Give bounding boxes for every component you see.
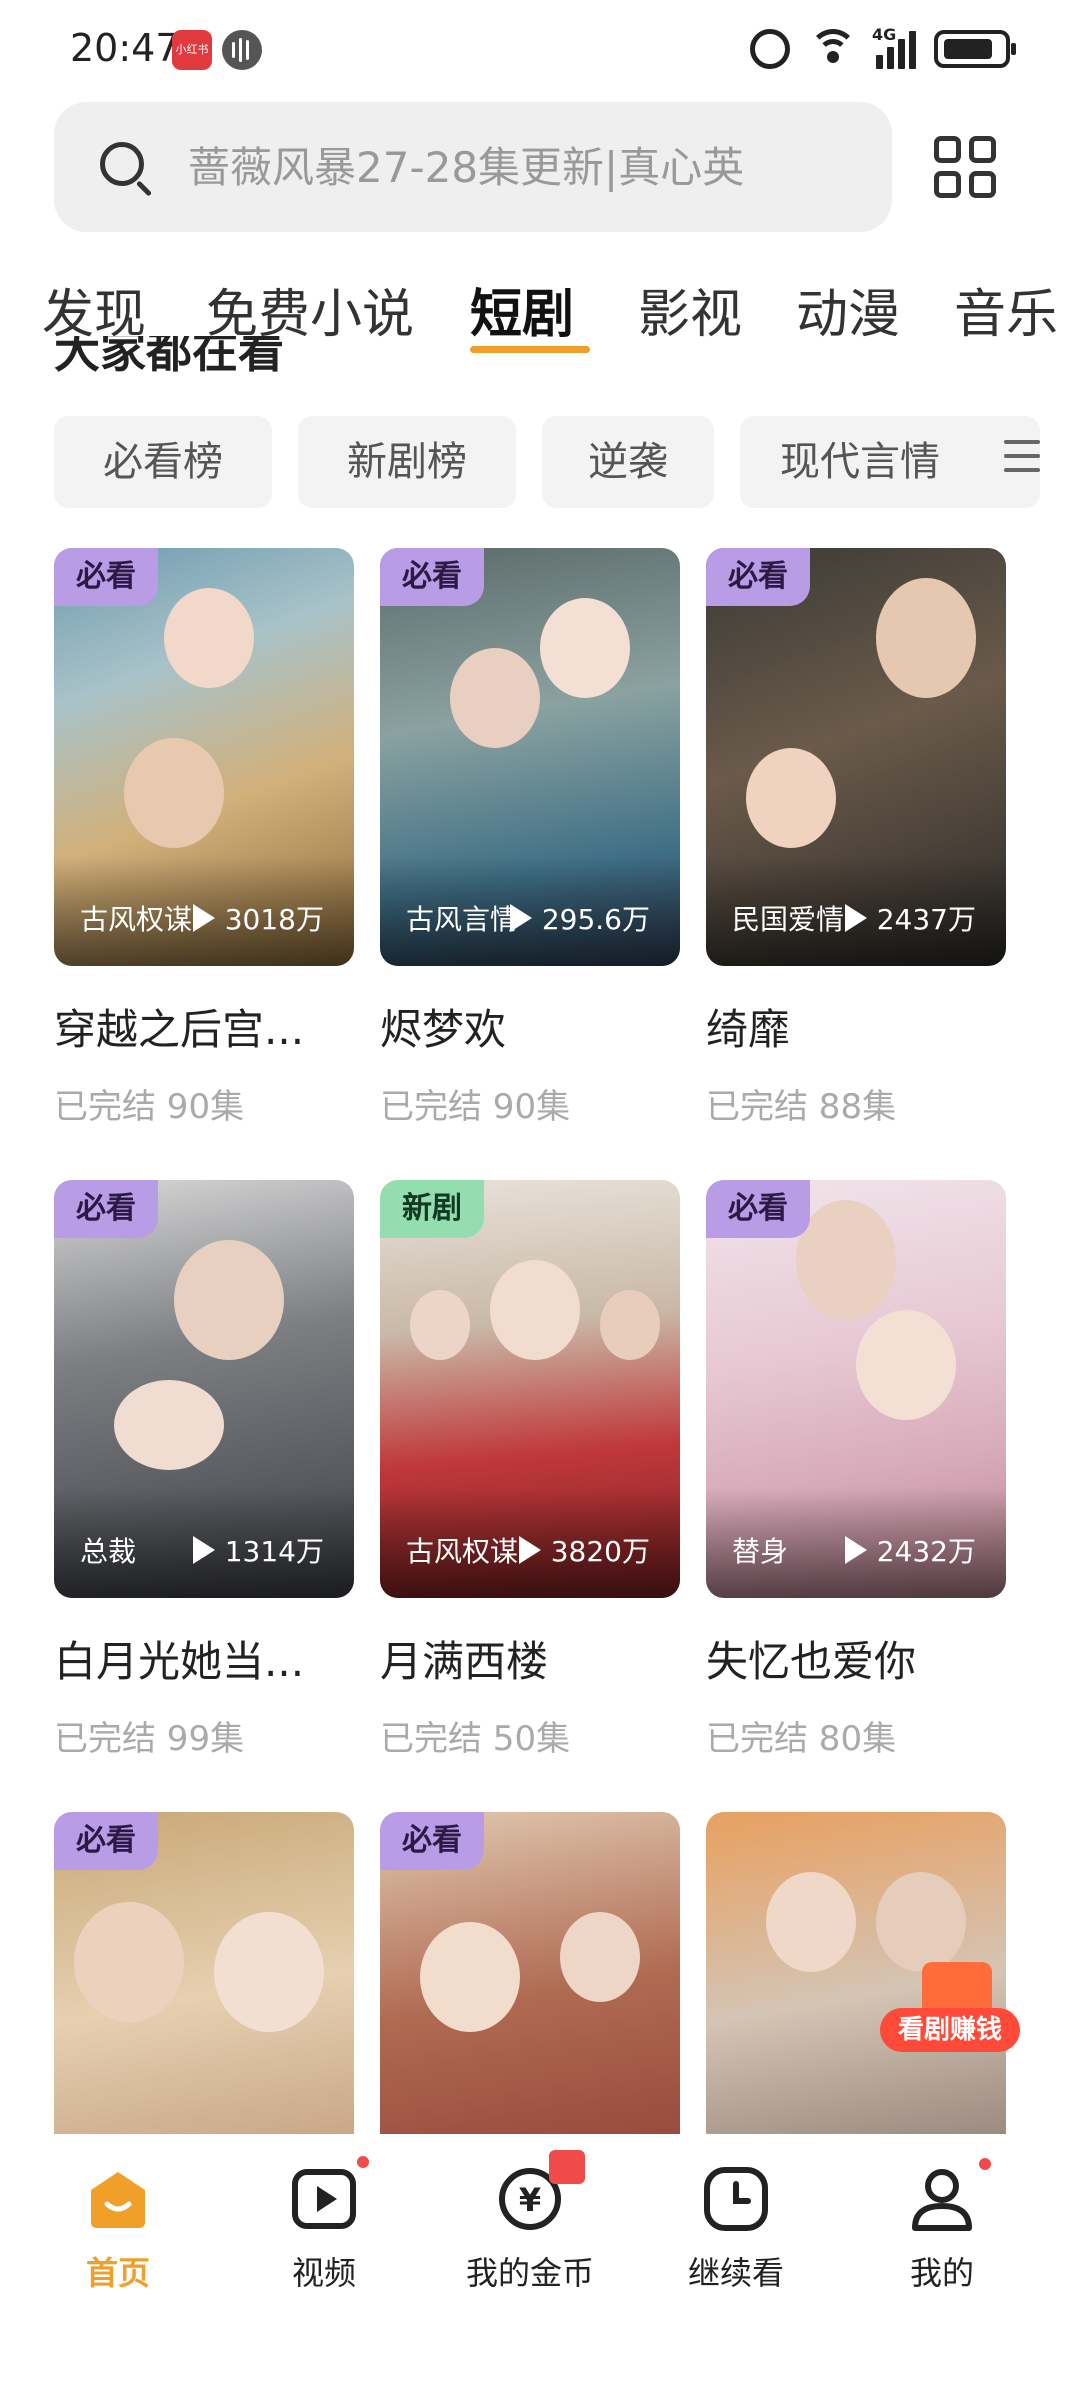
drama-poster[interactable]: 必看 民国爱情 2437万: [706, 548, 1006, 966]
new-drama-badge: 新剧: [380, 1180, 484, 1238]
chip-must-watch[interactable]: 必看榜: [54, 416, 272, 508]
drama-meta: 已完结 90集: [380, 1087, 571, 1127]
search-input[interactable]: [188, 102, 888, 232]
profile-icon: [907, 2158, 991, 2234]
play-icon: [844, 904, 867, 932]
play-icon: [518, 1536, 541, 1564]
notification-dot: [357, 2156, 369, 2168]
view-count: 2432万: [844, 1530, 976, 1570]
drama-meta: 已完结 80集: [706, 1719, 897, 1759]
drama-meta: 已完结 88集: [706, 1087, 897, 1127]
drama-poster[interactable]: 必看 古风权谋 3018万: [54, 548, 354, 966]
drama-title: 失忆也爱你: [706, 1637, 917, 1686]
play-icon: [192, 904, 215, 932]
chip-comeback[interactable]: 逆袭: [542, 416, 714, 508]
drama-title: 穿越之后宫...: [54, 1005, 305, 1054]
nav-home[interactable]: 首页: [18, 2164, 218, 2294]
nav-profile-label: 我的: [909, 2254, 974, 2292]
must-watch-badge: 必看: [380, 548, 484, 606]
nav-coins-label: 我的金币: [465, 2254, 594, 2292]
view-count: 2437万: [844, 898, 976, 938]
drama-title: 绮靡: [706, 1005, 791, 1054]
wifi-icon: [808, 29, 858, 69]
drama-meta: 已完结 50集: [380, 1719, 571, 1759]
status-time: 20:47: [70, 26, 180, 70]
status-bar: 20:47 小红书 4G: [0, 0, 1080, 100]
drama-card[interactable]: 必看 古风言情 295.6万 烬梦欢 已完结 90集: [380, 548, 680, 1128]
play-icon: [844, 1536, 867, 1564]
play-icon: [509, 904, 532, 932]
battery-icon: [934, 30, 1016, 68]
active-tab-indicator: [470, 346, 590, 353]
must-watch-badge: 必看: [706, 1180, 810, 1238]
drama-card[interactable]: 新剧 古风权谋 3820万 月满西楼 已完结 50集: [380, 1180, 680, 1760]
search-bar[interactable]: [54, 102, 892, 232]
clock-icon: [701, 2164, 771, 2234]
drama-title: 月满西楼: [380, 1637, 549, 1686]
drama-meta: 已完结 99集: [54, 1719, 245, 1759]
drama-genre: 古风权谋: [80, 903, 193, 936]
drama-poster[interactable]: 新剧 古风权谋 3820万: [380, 1180, 680, 1598]
section-title: 大家都在看: [54, 336, 284, 376]
red-envelope-icon: [549, 2150, 585, 2184]
drama-card[interactable]: 必看 古风权谋 3018万 穿越之后宫... 已完结 90集: [54, 548, 354, 1128]
view-count: 3820万: [518, 1530, 650, 1570]
view-count: 3018万: [192, 898, 324, 938]
nav-video[interactable]: 视频: [224, 2156, 424, 2294]
must-watch-badge: 必看: [706, 548, 810, 606]
ranking-chips: 必看榜 新剧榜 逆袭 现代言情: [54, 416, 1054, 508]
must-watch-badge: 必看: [54, 1180, 158, 1238]
drama-title: 白月光她当...: [54, 1637, 305, 1686]
must-watch-badge: 必看: [54, 548, 158, 606]
must-watch-badge: 必看: [380, 1812, 484, 1870]
video-icon: [289, 2156, 369, 2234]
nav-continue-label: 继续看: [687, 2254, 784, 2292]
nav-video-label: 视频: [291, 2254, 356, 2292]
must-watch-badge: 必看: [54, 1812, 158, 1870]
view-count: 295.6万: [509, 898, 650, 938]
drama-genre: 古风言情: [406, 903, 519, 936]
watch-earn-label: 看剧赚钱: [880, 2008, 1020, 2052]
tab-film-tv[interactable]: 影视: [638, 272, 742, 347]
notification-dot: [979, 2158, 991, 2170]
drama-genre: 民国爱情: [732, 903, 845, 936]
alarm-icon: [750, 29, 790, 69]
nav-continue[interactable]: 继续看: [636, 2164, 836, 2294]
drama-card[interactable]: 必看 民国爱情 2437万 绮靡 已完结 88集: [706, 548, 1006, 1128]
drama-genre: 总裁: [80, 1535, 137, 1568]
view-count: 1314万: [192, 1530, 324, 1570]
drama-genre: 替身: [732, 1535, 789, 1568]
coin-icon: ¥: [495, 2150, 585, 2234]
drama-card[interactable]: 必看 替身 2432万 失忆也爱你 已完结 80集: [706, 1180, 1006, 1760]
more-categories-icon[interactable]: [1004, 440, 1040, 480]
home-icon: [83, 2164, 153, 2234]
chip-new-drama[interactable]: 新剧榜: [298, 416, 516, 508]
nav-home-label: 首页: [85, 2254, 150, 2292]
drama-title: 烬梦欢: [380, 1005, 507, 1054]
drama-genre: 古风权谋: [406, 1535, 519, 1568]
signal-icon: 4G: [872, 25, 916, 69]
voice-notification-icon: [222, 30, 262, 70]
search-icon: [100, 142, 144, 186]
app-notification-icon: 小红书: [172, 30, 212, 70]
play-icon: [192, 1536, 215, 1564]
bottom-nav: 首页 视频 ¥ 我的金币 继续看 我的: [0, 2134, 1080, 2400]
drama-poster[interactable]: 必看 古风言情 295.6万: [380, 548, 680, 966]
drama-poster[interactable]: 必看 替身 2432万: [706, 1180, 1006, 1598]
network-type: 4G: [872, 25, 897, 44]
drama-card[interactable]: 必看 总裁 1314万 白月光她当... 已完结 99集: [54, 1180, 354, 1760]
nav-profile[interactable]: 我的: [842, 2158, 1042, 2294]
drama-meta: 已完结 90集: [54, 1087, 245, 1127]
tab-short-drama[interactable]: 短剧: [470, 272, 574, 347]
svg-text:¥: ¥: [519, 2181, 541, 2219]
drama-poster[interactable]: 必看 总裁 1314万: [54, 1180, 354, 1598]
tab-music[interactable]: 音乐: [954, 272, 1058, 347]
watch-earn-reward[interactable]: 看剧赚钱: [880, 1962, 1020, 2052]
tab-anime[interactable]: 动漫: [796, 272, 900, 347]
nav-coins[interactable]: ¥ 我的金币: [430, 2150, 630, 2294]
chip-modern-romance[interactable]: 现代言情: [740, 416, 1040, 508]
category-grid-icon[interactable]: [934, 136, 996, 198]
